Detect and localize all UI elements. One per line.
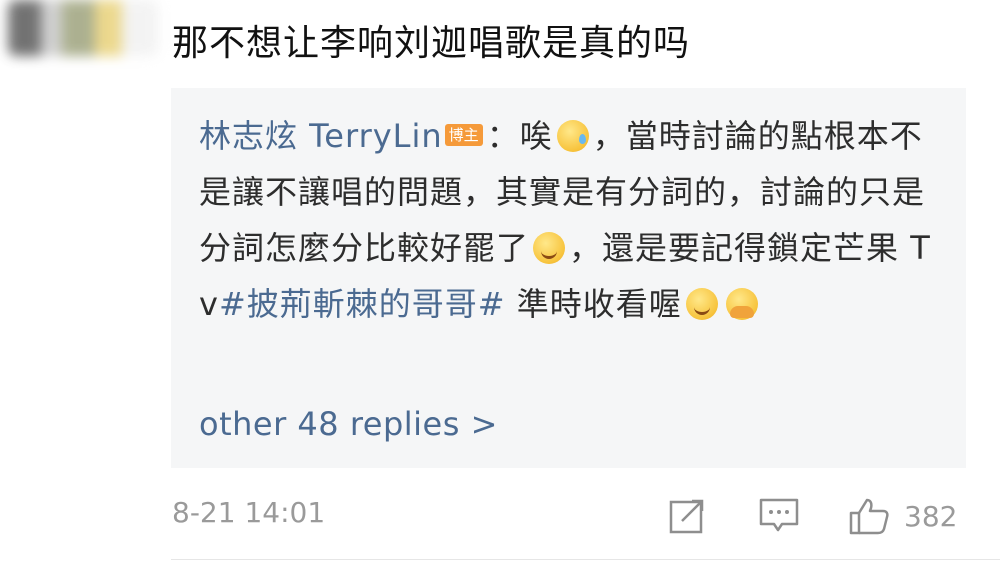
smile-emoji-icon: [533, 232, 566, 264]
reply-segment: 準時收看喔: [505, 285, 682, 323]
cover-mouth-emoji-icon: [725, 288, 758, 320]
comment-button[interactable]: [758, 496, 800, 536]
like-button[interactable]: 382: [848, 496, 957, 536]
like-icon: [849, 498, 889, 535]
comment-icon: [759, 498, 799, 532]
timestamp: 8-21 14:01: [172, 496, 326, 529]
comment-text: 那不想让李响刘迦唱歌是真的吗: [172, 23, 691, 64]
hashtag-link[interactable]: #披荊斬棘的哥哥#: [219, 285, 506, 323]
reply-segment: ：唉: [486, 117, 553, 155]
share-button[interactable]: [668, 496, 708, 536]
smile-emoji-icon: [685, 288, 718, 320]
share-icon: [669, 499, 704, 534]
like-count: 382: [904, 499, 958, 533]
sweat-emoji-icon: [556, 120, 589, 152]
reply-text: 林志炫 TerryLin 博主 ：唉 ，當時討論的點根本不是讓不讓唱的問題，其實是有分…: [199, 108, 939, 332]
blogger-badge: 博主: [444, 124, 483, 146]
avatar[interactable]: [8, 0, 158, 56]
reply-box: 林志炫 TerryLin 博主 ：唉 ，當時討論的點根本不是讓不讓唱的問題，其實是有分…: [171, 88, 966, 468]
more-replies-link[interactable]: other 48 replies >: [199, 402, 498, 446]
reply-author-link[interactable]: 林志炫 TerryLin: [199, 117, 443, 155]
divider: [171, 559, 1000, 560]
